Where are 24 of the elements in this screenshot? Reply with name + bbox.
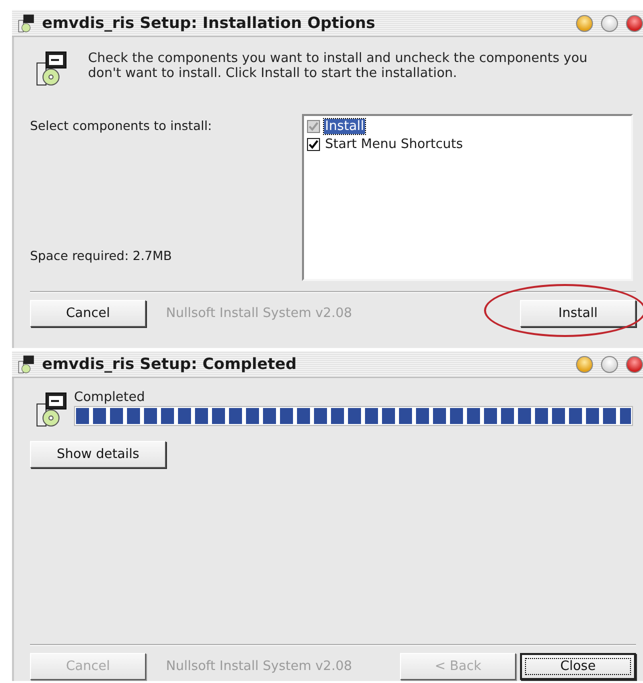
installer-icon	[34, 49, 68, 87]
checkbox[interactable]	[307, 138, 320, 150]
minimize-icon[interactable]	[576, 14, 593, 32]
dialog-button[interactable]: Close	[520, 652, 636, 680]
app-icon	[16, 13, 36, 33]
show-details-button[interactable]: Show details	[30, 441, 166, 468]
close-icon[interactable]	[626, 14, 643, 32]
status-text: Completed	[74, 390, 146, 405]
app-icon	[16, 354, 36, 374]
minimize-icon[interactable]	[576, 356, 593, 372]
dialog-button[interactable]: Install	[520, 300, 636, 326]
window-title: emvdis_ris Setup: Completed	[42, 355, 298, 373]
branding-text: Nullsoft Install System v2.08	[166, 658, 354, 674]
maximize-icon[interactable]	[601, 356, 618, 372]
close-icon[interactable]	[626, 356, 643, 372]
maximize-icon[interactable]	[601, 14, 618, 32]
component-item[interactable]: Start Menu Shortcuts	[324, 136, 464, 152]
branding-text: Nullsoft Install System v2.08	[166, 306, 354, 320]
dialog-button[interactable]: Cancel	[30, 300, 146, 326]
window-title: emvdis_ris Setup: Installation Options	[42, 14, 376, 32]
select-label: Select components to install:	[30, 118, 213, 133]
installer-icon	[34, 390, 68, 428]
space-required-text: Space required: 2.7MB	[30, 248, 173, 263]
instruction-text: Check the components you want to install and uncheck the components you don't want to install. Click Install to start the installation.	[88, 50, 588, 83]
